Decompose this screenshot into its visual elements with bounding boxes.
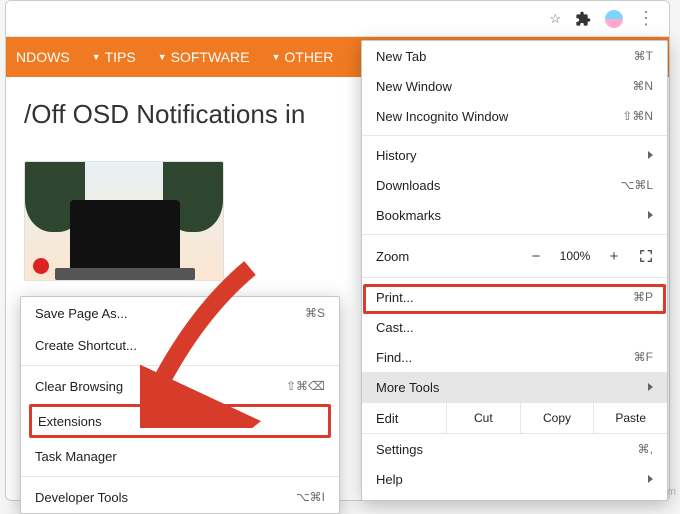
star-icon[interactable]: ☆ bbox=[549, 11, 561, 27]
menu-incognito[interactable]: New Incognito Window⇧⌘N bbox=[362, 101, 667, 131]
menu-find[interactable]: Find...⌘F bbox=[362, 342, 667, 372]
kebab-menu-icon[interactable]: ⋮ bbox=[637, 8, 655, 29]
zoom-value: 100% bbox=[553, 249, 597, 263]
menu-zoom: Zoom − 100% + bbox=[362, 239, 667, 273]
extensions-icon[interactable] bbox=[575, 11, 591, 27]
menu-print[interactable]: Print...⌘P bbox=[362, 282, 667, 312]
profile-avatar[interactable] bbox=[605, 10, 623, 28]
nav-software[interactable]: ▼SOFTWARE bbox=[158, 49, 250, 65]
submenu-developer-tools[interactable]: Developer Tools⌥⌘I bbox=[21, 481, 339, 513]
submenu-arrow-icon bbox=[648, 383, 653, 391]
menu-bookmarks[interactable]: Bookmarks bbox=[362, 200, 667, 230]
submenu-clear-browsing[interactable]: Clear Browsing⇧⌘⌫ bbox=[21, 370, 339, 402]
menu-settings[interactable]: Settings⌘, bbox=[362, 434, 667, 464]
menu-copy[interactable]: Copy bbox=[520, 403, 594, 433]
more-tools-submenu: Save Page As...⌘S Create Shortcut... Cle… bbox=[20, 296, 340, 514]
menu-more-tools[interactable]: More Tools bbox=[362, 372, 667, 402]
nav-windows[interactable]: NDOWS bbox=[16, 49, 70, 65]
menu-cast[interactable]: Cast... bbox=[362, 312, 667, 342]
nav-other[interactable]: ▼OTHER bbox=[271, 49, 333, 65]
submenu-extensions[interactable]: Extensions bbox=[32, 407, 328, 435]
menu-new-window[interactable]: New Window⌘N bbox=[362, 71, 667, 101]
submenu-arrow-icon bbox=[648, 151, 653, 159]
browser-toolbar: ☆ ⋮ bbox=[6, 1, 669, 37]
zoom-in-button[interactable]: + bbox=[599, 248, 629, 265]
menu-new-tab[interactable]: New Tab⌘T bbox=[362, 41, 667, 71]
submenu-create-shortcut[interactable]: Create Shortcut... bbox=[21, 329, 339, 361]
highlight-extensions: Extensions bbox=[29, 404, 331, 438]
zoom-out-button[interactable]: − bbox=[521, 248, 551, 265]
menu-cut[interactable]: Cut bbox=[446, 403, 520, 433]
submenu-arrow-icon bbox=[648, 211, 653, 219]
menu-paste[interactable]: Paste bbox=[593, 403, 667, 433]
menu-edit-label: Edit bbox=[362, 403, 446, 433]
submenu-arrow-icon bbox=[648, 475, 653, 483]
menu-history[interactable]: History bbox=[362, 140, 667, 170]
fullscreen-icon[interactable] bbox=[631, 249, 661, 263]
nav-tips[interactable]: ▼TIPS bbox=[92, 49, 136, 65]
submenu-task-manager[interactable]: Task Manager bbox=[21, 440, 339, 472]
menu-downloads[interactable]: Downloads⌥⌘L bbox=[362, 170, 667, 200]
menu-help[interactable]: Help bbox=[362, 464, 667, 494]
chrome-main-menu: New Tab⌘T New Window⌘N New Incognito Win… bbox=[361, 40, 668, 501]
article-thumbnail bbox=[24, 161, 224, 281]
submenu-save-page[interactable]: Save Page As...⌘S bbox=[21, 297, 339, 329]
